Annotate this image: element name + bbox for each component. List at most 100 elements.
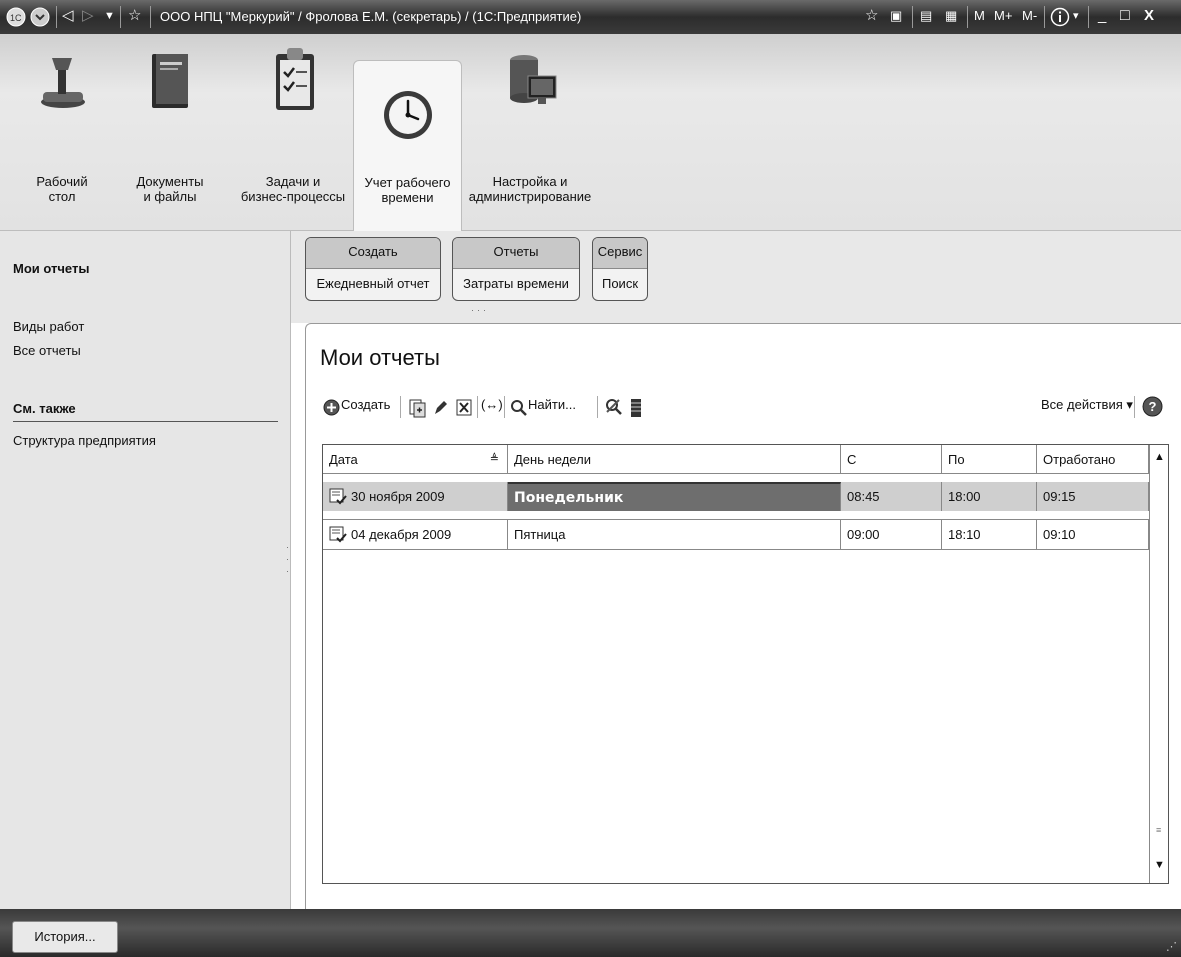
table-scrollbar[interactable]: ▲ ≡ ▼ [1149, 445, 1168, 883]
reports-table: Дата ≜ День недели С По Отработано 30 но… [322, 444, 1169, 884]
scroll-down-icon[interactable]: ▼ [1154, 859, 1165, 871]
command-group-reports-header: Отчеты [453, 238, 579, 269]
create-button[interactable]: Создать [341, 397, 390, 412]
window-title-bar: 1C ◁ ▷ ▼ ☆ ООО НПЦ "Меркурий" / Фролова … [0, 0, 1181, 34]
cell-date-text: 04 декабря 2009 [351, 527, 452, 542]
command-group-service: Сервис Поиск [592, 237, 648, 301]
section-tasks[interactable]: Задачи и бизнес-процессы [238, 34, 348, 230]
clock-icon [384, 91, 432, 139]
section-time-tracking-label: Учет рабочего времени [364, 175, 451, 205]
section-admin[interactable]: Настройка и администрирование [466, 34, 594, 230]
window-title: ООО НПЦ "Меркурий" / Фролова Е.М. (секре… [160, 9, 582, 24]
nav-item-work-types[interactable]: Виды работ [13, 319, 84, 334]
section-documents[interactable]: Документы и файлы [120, 34, 220, 230]
resize-grip-icon[interactable]: ⋰ [1166, 940, 1177, 953]
svg-text:?: ? [1149, 399, 1157, 414]
create-plus-icon[interactable] [323, 399, 340, 416]
desk-lamp-icon [41, 58, 85, 108]
section-tasks-label: Задачи и бизнес-процессы [240, 174, 346, 204]
status-bar [0, 909, 1181, 957]
column-header-to[interactable]: По [942, 445, 1037, 474]
form-title: Мои отчеты [320, 345, 440, 370]
svg-text:1C: 1C [10, 13, 22, 23]
link-icon[interactable]: (↔) [481, 397, 503, 412]
document-posted-icon [329, 526, 347, 543]
column-header-date-label: Дата [329, 452, 358, 467]
nav-title[interactable]: Мои отчеты [13, 261, 89, 276]
sort-ascending-icon: ≜ [489, 453, 499, 465]
scroll-grip-icon[interactable]: ≡ [1156, 825, 1161, 835]
section-time-tracking[interactable]: Учет рабочего времени [353, 60, 462, 231]
sections-panel: Рабочий стол Документы и файлы Задачи и … [0, 34, 1181, 231]
1c-logo-icon[interactable]: 1C [6, 7, 26, 27]
see-also-divider [13, 421, 278, 422]
find-button[interactable]: Найти... [528, 397, 576, 412]
bookmark-icon[interactable]: ▣ [890, 8, 902, 24]
column-header-date[interactable]: Дата ≜ [323, 445, 508, 474]
back-icon[interactable]: ◁ [62, 8, 74, 24]
memory-m-button[interactable]: M [974, 8, 985, 24]
column-header-from[interactable]: С [841, 445, 942, 474]
memory-minus-button[interactable]: M- [1022, 8, 1037, 24]
cell-weekday-editing[interactable]: Понедельник [508, 482, 841, 511]
cell-worked: 09:15 [1037, 482, 1149, 511]
cell-from: 08:45 [841, 482, 942, 511]
info-icon[interactable] [1050, 7, 1070, 27]
cell-weekday: Пятница [508, 520, 841, 549]
panel-resize-handle-horizontal[interactable]: ··· [471, 305, 489, 315]
memory-plus-button[interactable]: M+ [994, 8, 1012, 24]
minimize-icon[interactable]: _ [1098, 8, 1106, 24]
star-icon[interactable]: ☆ [865, 8, 878, 24]
document-posted-icon [329, 488, 347, 505]
search-magnifier-icon[interactable] [510, 399, 527, 416]
command-group-create-header: Создать [306, 238, 440, 269]
main-menu-icon[interactable] [30, 7, 50, 27]
maximize-icon[interactable]: □ [1120, 8, 1130, 24]
forward-icon[interactable]: ▷ [82, 8, 94, 24]
command-group-create: Создать Ежедневный отчет [305, 237, 441, 301]
search-command[interactable]: Поиск [593, 269, 647, 300]
nav-item-org-structure[interactable]: Структура предприятия [13, 433, 156, 448]
close-icon[interactable]: X [1144, 8, 1154, 24]
help-icon[interactable]: ? [1142, 396, 1163, 417]
edit-pencil-icon[interactable] [432, 399, 448, 417]
cell-to: 18:00 [942, 482, 1037, 511]
cell-date-text: 30 ноября 2009 [351, 489, 445, 504]
calculator-icon[interactable]: ▤ [920, 8, 932, 24]
column-header-weekday[interactable]: День недели [508, 445, 841, 474]
copy-icon[interactable] [408, 398, 426, 418]
action-panel: Создать Ежедневный отчет Отчеты Затраты … [291, 231, 1181, 323]
time-costs-command[interactable]: Затраты времени [453, 269, 579, 300]
column-header-worked[interactable]: Отработано [1037, 445, 1149, 474]
nav-item-all-reports[interactable]: Все отчеты [13, 343, 81, 358]
book-icon [152, 54, 188, 108]
cell-to: 18:10 [942, 520, 1037, 549]
daily-report-command[interactable]: Ежедневный отчет [306, 269, 440, 300]
see-also-header: См. также [13, 401, 76, 416]
command-group-service-header: Сервис [593, 238, 647, 269]
panel-resize-handle[interactable]: · · · [286, 541, 290, 591]
cell-from: 09:00 [841, 520, 942, 549]
navigation-panel: Мои отчеты Виды работ Все отчеты См. так… [0, 231, 291, 909]
history-dropdown-icon[interactable]: ▼ [104, 8, 115, 24]
list-settings-icon[interactable] [630, 398, 642, 418]
command-group-reports: Отчеты Затраты времени [452, 237, 580, 301]
info-dropdown-icon[interactable]: ▾ [1073, 8, 1079, 24]
table-row[interactable]: 04 декабря 2009 Пятница 09:00 18:10 09:1… [323, 519, 1149, 550]
table-row[interactable]: 30 ноября 2009 Понедельник 08:45 18:00 0… [323, 482, 1149, 511]
calendar-icon[interactable]: ▦ [945, 8, 957, 24]
clipboard-icon [276, 48, 314, 110]
all-actions-menu[interactable]: Все действия ▾ [1041, 397, 1133, 413]
cell-worked: 09:10 [1037, 520, 1149, 549]
section-documents-label: Документы и файлы [136, 174, 204, 204]
table-header: Дата ≜ День недели С По Отработано [323, 445, 1149, 474]
favorites-star-icon[interactable]: ☆ [128, 8, 141, 24]
history-button[interactable]: История... [12, 921, 118, 953]
section-admin-label: Настройка и администрирование [468, 174, 592, 204]
section-desktop[interactable]: Рабочий стол [20, 34, 104, 230]
scroll-up-icon[interactable]: ▲ [1154, 451, 1165, 463]
cell-date: 30 ноября 2009 [323, 482, 508, 511]
delete-mark-icon[interactable] [456, 399, 472, 416]
section-desktop-label: Рабочий стол [36, 174, 88, 204]
cancel-search-icon[interactable] [605, 398, 623, 417]
